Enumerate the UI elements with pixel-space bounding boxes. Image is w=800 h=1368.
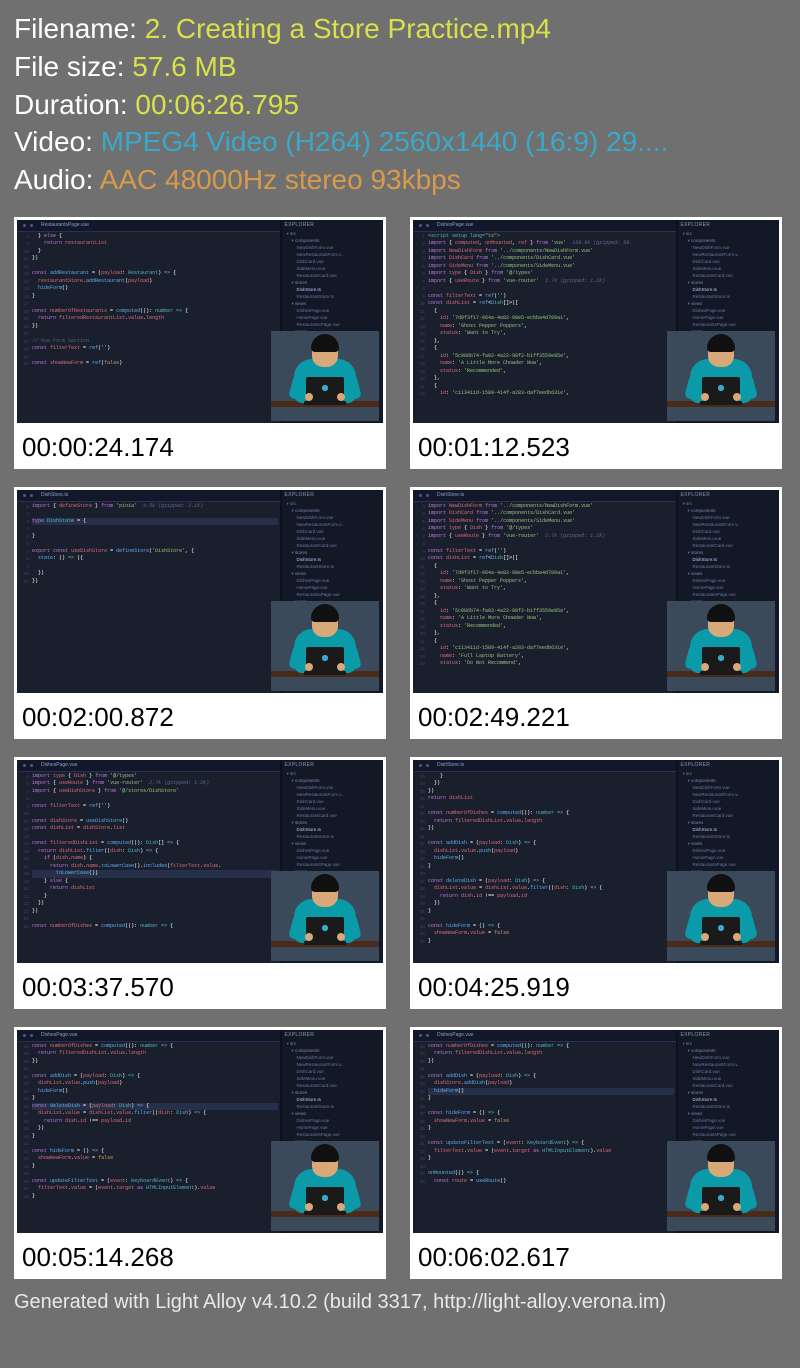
thumbnail-timestamp: 00:03:37.570 — [14, 966, 386, 1009]
code-editor: DishesPage.vue 2829303132333435363738394… — [413, 1030, 677, 1233]
filesize-label: File size: — [14, 51, 132, 82]
editor-tabbar: DishStore.ts — [413, 760, 676, 772]
filename-value: 2. Creating a Store Practice.mp4 — [145, 13, 551, 44]
thumbnails-grid: RestaurantsPage.vue 89101112131415161718… — [0, 213, 800, 1285]
editor-tab-name: DishesPage.vue — [437, 1032, 473, 1038]
thumbnail-timestamp: 00:02:49.221 — [410, 696, 782, 739]
editor-tab-name: DishesPage.vue — [41, 762, 77, 768]
explorer-panel: EXPLORERsrccomponentsNewDishForm.vueNewR… — [677, 760, 779, 963]
explorer-panel: EXPLORERsrccomponentsNewDishForm.vueNewR… — [677, 490, 779, 693]
explorer-panel: EXPLORERsrccomponentsNewDishForm.vueNewR… — [281, 490, 383, 693]
thumbnail-frame[interactable]: DishStore.ts 345678910111213141516171819… — [410, 487, 782, 696]
line-gutter: 2829303132333435363738394041424344454647… — [17, 1042, 31, 1233]
thumbnail-frame[interactable]: RestaurantsPage.vue 89101112131415161718… — [14, 217, 386, 426]
code-content: } }) }) return dishList const numberOfDi… — [428, 773, 674, 963]
editor-tabbar: DishesPage.vue — [413, 1030, 676, 1042]
code-content: <script setup lang="ts"> import { comput… — [428, 233, 674, 423]
line-gutter: 28293031323334353637383940414243444546 — [413, 1042, 427, 1233]
line-gutter: 2324252627282930313233343536373839404142… — [413, 772, 427, 963]
editor-tabbar: DishesPage.vue — [17, 760, 280, 772]
filesize-row: File size: 57.6 MB — [14, 48, 786, 86]
thumbnail-frame[interactable]: DishStore.ts 232425262728293031323334353… — [410, 757, 782, 966]
filesize-value: 57.6 MB — [132, 51, 236, 82]
editor-tabbar: DishesPage.vue — [413, 220, 676, 232]
thumbnail-timestamp: 00:05:14.268 — [14, 1236, 386, 1279]
line-gutter: 3456789101112131415161718192021222324 — [413, 502, 427, 693]
editor-tabbar: DishStore.ts — [17, 490, 280, 502]
thumbnail-cell[interactable]: DishesPage.vue 2829303132333435363738394… — [410, 1027, 782, 1279]
audio-value: AAC 48000Hz stereo 93kbps — [100, 164, 461, 195]
thumbnail-cell[interactable]: DishStore.ts 345678910111213141516171819… — [410, 487, 782, 739]
generator-footer: Generated with Light Alloy v4.10.2 (buil… — [0, 1285, 800, 1314]
duration-row: Duration: 00:06:26.795 — [14, 86, 786, 124]
code-editor: DishStore.ts 1234567891011 import { defi… — [17, 490, 281, 693]
line-gutter: 1234567891011 — [17, 502, 31, 693]
thumbnail-cell[interactable]: DishStore.ts 232425262728293031323334353… — [410, 757, 782, 1009]
code-editor: DishesPage.vue 5678910111213141516171819… — [17, 760, 281, 963]
editor-tabbar: DishStore.ts — [413, 490, 676, 502]
video-value: MPEG4 Video (H264) 2560x1440 (16:9) 29..… — [101, 126, 669, 157]
code-editor: DishStore.ts 345678910111213141516171819… — [413, 490, 677, 693]
duration-label: Duration: — [14, 89, 135, 120]
code-content: const numberOfDishes = computed((): numb… — [428, 1043, 674, 1233]
code-content: } else { return restaurantList } }) cons… — [32, 233, 278, 423]
code-content: import { defineStore } from 'pinia' 4.5k… — [32, 503, 278, 693]
thumbnail-cell[interactable]: DishesPage.vue 1234567891011121314151617… — [410, 217, 782, 469]
filename-label: Filename: — [14, 13, 145, 44]
line-gutter: 8910111213141516171819202122232425 — [17, 232, 31, 423]
code-editor: DishesPage.vue 2829303132333435363738394… — [17, 1030, 281, 1233]
editor-tab-name: DishStore.ts — [437, 492, 464, 498]
code-editor: DishStore.ts 232425262728293031323334353… — [413, 760, 677, 963]
thumbnail-cell[interactable]: RestaurantsPage.vue 89101112131415161718… — [14, 217, 386, 469]
editor-tabbar: RestaurantsPage.vue — [17, 220, 280, 232]
thumbnail-timestamp: 00:00:24.174 — [14, 426, 386, 469]
thumbnail-cell[interactable]: DishesPage.vue 2829303132333435363738394… — [14, 1027, 386, 1279]
thumbnail-frame[interactable]: DishesPage.vue 1234567891011121314151617… — [410, 217, 782, 426]
video-row: Video: MPEG4 Video (H264) 2560x1440 (16:… — [14, 123, 786, 161]
audio-label: Audio: — [14, 164, 100, 195]
thumbnail-timestamp: 00:04:25.919 — [410, 966, 782, 1009]
explorer-panel: EXPLORERsrccomponentsNewDishForm.vueNewR… — [677, 220, 779, 423]
thumbnail-cell[interactable]: DishStore.ts 1234567891011 import { defi… — [14, 487, 386, 739]
editor-tab-name: DishStore.ts — [41, 492, 68, 498]
editor-tab-name: RestaurantsPage.vue — [41, 222, 89, 228]
editor-tab-name: DishStore.ts — [437, 762, 464, 768]
editor-tab-name: DishesPage.vue — [437, 222, 473, 228]
thumbnail-frame[interactable]: DishStore.ts 1234567891011 import { defi… — [14, 487, 386, 696]
thumbnail-cell[interactable]: DishesPage.vue 5678910111213141516171819… — [14, 757, 386, 1009]
line-gutter: 5678910111213141516171819202122232425 — [17, 772, 31, 963]
thumbnail-frame[interactable]: DishesPage.vue 2829303132333435363738394… — [14, 1027, 386, 1236]
code-content: const numberOfDishes = computed((): numb… — [32, 1043, 278, 1233]
thumbnail-timestamp: 00:06:02.617 — [410, 1236, 782, 1279]
code-content: import type { Dish } from '@/types' impo… — [32, 773, 278, 963]
explorer-panel: EXPLORERsrccomponentsNewDishForm.vueNewR… — [677, 1030, 779, 1233]
editor-tab-name: DishesPage.vue — [41, 1032, 77, 1038]
editor-tabbar: DishesPage.vue — [17, 1030, 280, 1042]
thumbnail-frame[interactable]: DishesPage.vue 2829303132333435363738394… — [410, 1027, 782, 1236]
code-content: import NewDishForm from '../components/N… — [428, 503, 674, 693]
thumbnail-timestamp: 00:01:12.523 — [410, 426, 782, 469]
audio-row: Audio: AAC 48000Hz stereo 93kbps — [14, 161, 786, 199]
code-editor: DishesPage.vue 1234567891011121314151617… — [413, 220, 677, 423]
duration-value: 00:06:26.795 — [135, 89, 299, 120]
thumbnail-timestamp: 00:02:00.872 — [14, 696, 386, 739]
explorer-panel: EXPLORERsrccomponentsNewDishForm.vueNewR… — [281, 760, 383, 963]
video-label: Video: — [14, 126, 101, 157]
line-gutter: 12345678910111213141516171819202122 — [413, 232, 427, 423]
filename-row: Filename: 2. Creating a Store Practice.m… — [14, 10, 786, 48]
explorer-panel: EXPLORERsrccomponentsNewDishForm.vueNewR… — [281, 220, 383, 423]
thumbnail-frame[interactable]: DishesPage.vue 5678910111213141516171819… — [14, 757, 386, 966]
file-info-panel: Filename: 2. Creating a Store Practice.m… — [0, 0, 800, 213]
explorer-panel: EXPLORERsrccomponentsNewDishForm.vueNewR… — [281, 1030, 383, 1233]
code-editor: RestaurantsPage.vue 89101112131415161718… — [17, 220, 281, 423]
